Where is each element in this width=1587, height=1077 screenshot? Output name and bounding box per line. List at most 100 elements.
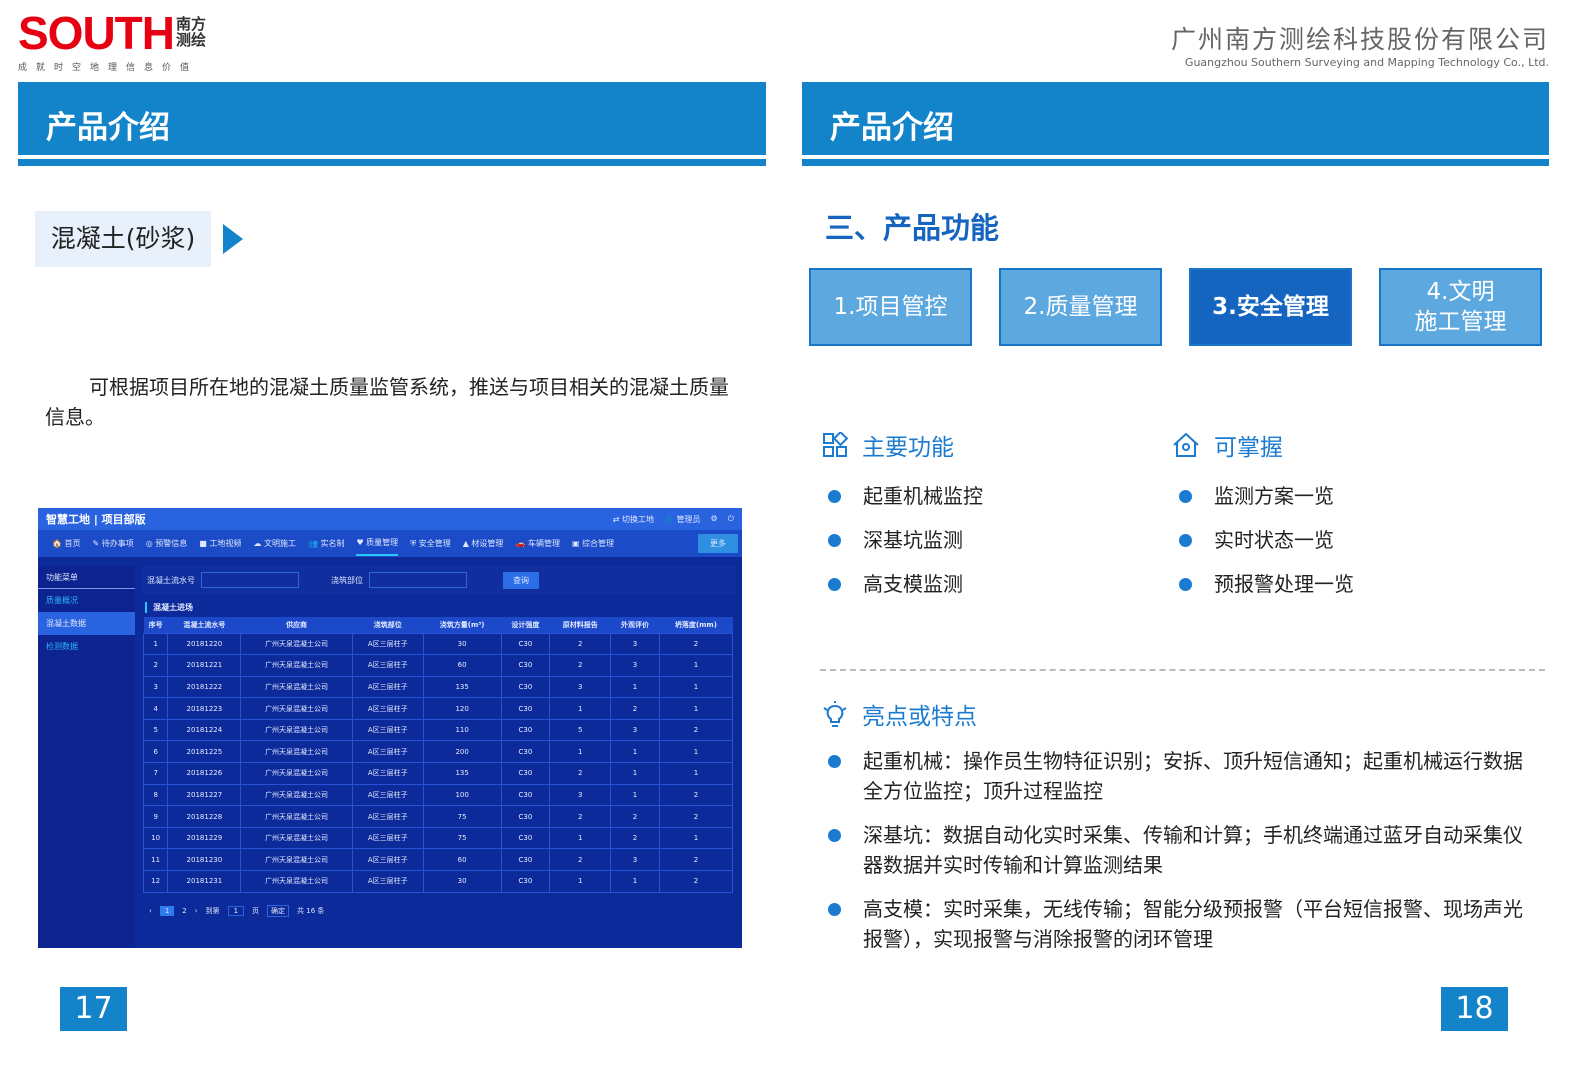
nav-realname[interactable]: 👥 实名制 bbox=[308, 538, 345, 549]
left-header-bar: 产品介绍 bbox=[18, 82, 766, 166]
column-header: 供应商 bbox=[240, 617, 353, 633]
table-cell: 2 bbox=[610, 697, 660, 720]
table-cell: 9 bbox=[142, 805, 169, 828]
power-icon[interactable]: ⏻ bbox=[728, 514, 734, 525]
table-cell: 1 bbox=[658, 697, 734, 720]
table-cell: 2 bbox=[549, 632, 612, 656]
table-cell: 20181220 bbox=[167, 632, 242, 656]
logo-text: SOUTH bbox=[18, 7, 175, 59]
table-cell: 2 bbox=[142, 654, 169, 677]
nav-safety[interactable]: ⛨ 安全管理 bbox=[410, 538, 451, 549]
table-row[interactable]: 6 20181225 广州天泉混凝土公司 A区三层柱子 200 C30 1 1 1 bbox=[142, 740, 734, 764]
tab-quality[interactable]: 2.质量管理 bbox=[999, 268, 1162, 346]
query-button[interactable]: 查询 bbox=[503, 571, 539, 589]
table-row[interactable]: 12 20181231 广州天泉混凝土公司 A区三层柱子 30 C30 1 1 2 bbox=[142, 870, 734, 893]
list-item: 高支模监测 bbox=[828, 569, 983, 599]
table-cell: C30 bbox=[500, 870, 551, 893]
table-cell: 广州天泉混凝土公司 bbox=[240, 654, 353, 677]
table-cell: 20181222 bbox=[167, 675, 242, 699]
table-cell: 12 bbox=[142, 870, 169, 893]
list-item: 监测方案一览 bbox=[1179, 481, 1354, 511]
table-cell: 20181228 bbox=[167, 805, 242, 828]
grasp-heading: 可掌握 bbox=[1172, 428, 1283, 462]
tab-safety[interactable]: 3.安全管理 bbox=[1189, 268, 1352, 346]
dashed-divider bbox=[820, 669, 1545, 671]
next-page[interactable]: › bbox=[195, 907, 198, 915]
table-row[interactable]: 8 20181227 广州天泉混凝土公司 A区三层柱子 100 C30 3 1 2 bbox=[142, 783, 734, 807]
page-2[interactable]: 2 bbox=[182, 907, 186, 915]
app-sidebar: 功能菜单 质量概况 混凝土数据 检测数据 bbox=[38, 566, 135, 948]
feature-item: 高支模：实时采集，无线传输；智能分级预报警（平台短信报警、现场声光报警），实现报… bbox=[828, 894, 1528, 954]
tab-civil[interactable]: 4.文明 施工管理 bbox=[1379, 268, 1542, 346]
table-cell: 20181221 bbox=[167, 654, 242, 677]
table-cell: 7 bbox=[142, 762, 169, 785]
table-cell: 3 bbox=[142, 675, 169, 699]
table-cell: 2 bbox=[658, 870, 734, 893]
main-functions-title: 主要功能 bbox=[862, 435, 954, 461]
tab-project[interactable]: 1.项目管控 bbox=[809, 268, 972, 346]
pagination: ‹ 1 2 › 到第 1 页 确定 共 16 条 bbox=[143, 904, 736, 917]
description: 可根据项目所在地的混凝土质量监管系统，推送与项目相关的混凝土质量信息。 bbox=[45, 375, 729, 429]
table-cell: A区三层柱子 bbox=[351, 762, 424, 785]
table-cell: 3 bbox=[549, 783, 612, 807]
table-row[interactable]: 3 20181222 广州天泉混凝土公司 A区三层柱子 135 C30 3 1 1 bbox=[142, 675, 734, 699]
page-label: 页 bbox=[252, 906, 260, 915]
table-cell: 20181226 bbox=[167, 762, 242, 785]
table-cell: 1 bbox=[658, 826, 734, 850]
more-button[interactable]: 更多 bbox=[698, 534, 738, 553]
nav-quality[interactable]: ♥ 质量管理 bbox=[356, 531, 399, 556]
table-row[interactable]: 2 20181221 广州天泉混凝土公司 A区三层柱子 60 C30 2 3 1 bbox=[142, 654, 734, 677]
table-row[interactable]: 1 20181220 广州天泉混凝土公司 A区三层柱子 30 C30 2 3 2 bbox=[142, 632, 734, 656]
table-cell: 广州天泉混凝土公司 bbox=[240, 870, 353, 893]
table-row[interactable]: 11 20181230 广州天泉混凝土公司 A区三层柱子 60 C30 2 3 2 bbox=[142, 848, 734, 872]
item-text: 预报警处理一览 bbox=[1214, 572, 1354, 596]
confirm-button[interactable]: 确定 bbox=[267, 904, 290, 917]
sidebar-item-test[interactable]: 检测数据 bbox=[38, 635, 135, 658]
serial-input[interactable] bbox=[201, 572, 299, 588]
nav-vehicle[interactable]: 🚗 车辆管理 bbox=[515, 538, 560, 549]
nav-home[interactable]: 🏠 首页 bbox=[52, 538, 81, 549]
table-cell: A区三层柱子 bbox=[351, 870, 424, 893]
table-row[interactable]: 5 20181224 广州天泉混凝土公司 A区三层柱子 110 C30 5 3 2 bbox=[142, 718, 734, 742]
goto-input[interactable]: 1 bbox=[227, 905, 245, 916]
table-cell: 1 bbox=[142, 632, 169, 656]
nav-todo[interactable]: ✎ 待办事项 bbox=[93, 538, 134, 549]
user-button[interactable]: 👤 管理员 bbox=[664, 514, 701, 525]
table-row[interactable]: 9 20181228 广州天泉混凝土公司 A区三层柱子 75 C30 2 2 2 bbox=[142, 805, 734, 828]
total-count: 共 16 条 bbox=[297, 906, 325, 915]
table-cell: 广州天泉混凝土公司 bbox=[240, 762, 353, 785]
table-cell: 1 bbox=[658, 740, 734, 764]
nav-civil[interactable]: ☁ 文明施工 bbox=[253, 538, 296, 549]
column-header: 设计强度 bbox=[501, 617, 550, 633]
table-cell: 100 bbox=[422, 783, 502, 807]
table-cell: A区三层柱子 bbox=[351, 675, 424, 699]
nav-material[interactable]: ▲ 材设管理 bbox=[463, 538, 504, 549]
table-row[interactable]: 7 20181226 广州天泉混凝土公司 A区三层柱子 135 C30 2 1 1 bbox=[142, 762, 734, 785]
table-cell: 广州天泉混凝土公司 bbox=[240, 848, 353, 872]
prev-page[interactable]: ‹ bbox=[149, 907, 152, 915]
nav-video[interactable]: ■ 工地视频 bbox=[199, 538, 241, 549]
triangle-arrow-icon bbox=[223, 224, 243, 254]
table-cell: 广州天泉混凝土公司 bbox=[240, 805, 353, 828]
gear-icon[interactable]: ⚙ bbox=[711, 514, 718, 525]
page-1[interactable]: 1 bbox=[159, 905, 175, 916]
sidebar-item-concrete[interactable]: 混凝土数据 bbox=[38, 612, 135, 635]
table-row[interactable]: 10 20181229 广州天泉混凝土公司 A区三层柱子 75 C30 1 2 1 bbox=[142, 826, 734, 850]
table-cell: 120 bbox=[422, 697, 502, 720]
table-cell: C30 bbox=[500, 826, 551, 850]
table-cell: 广州天泉混凝土公司 bbox=[240, 675, 353, 699]
table-cell: 1 bbox=[610, 740, 660, 764]
table-cell: 3 bbox=[610, 848, 660, 872]
switch-site-button[interactable]: ⇄ 切换工地 bbox=[613, 514, 654, 525]
table-cell: 20181230 bbox=[167, 848, 242, 872]
table-row[interactable]: 4 20181223 广州天泉混凝土公司 A区三层柱子 120 C30 1 2 1 bbox=[142, 697, 734, 720]
grasp-title: 可掌握 bbox=[1214, 435, 1283, 461]
nav-general[interactable]: ▣ 综合管理 bbox=[572, 538, 614, 549]
table-cell: 广州天泉混凝土公司 bbox=[240, 718, 353, 742]
nav-alert[interactable]: ◎ 预警信息 bbox=[146, 538, 188, 549]
app-screenshot: 智慧工地 | 项目部版 ⇄ 切换工地 👤 管理员 ⚙ ⏻ 🏠 首页 ✎ 待办事项… bbox=[38, 508, 742, 948]
sidebar-item-overview[interactable]: 质量概况 bbox=[38, 589, 135, 612]
features-title: 亮点或特点 bbox=[862, 704, 977, 730]
table-cell: 10 bbox=[142, 826, 169, 850]
part-input[interactable] bbox=[369, 572, 467, 588]
